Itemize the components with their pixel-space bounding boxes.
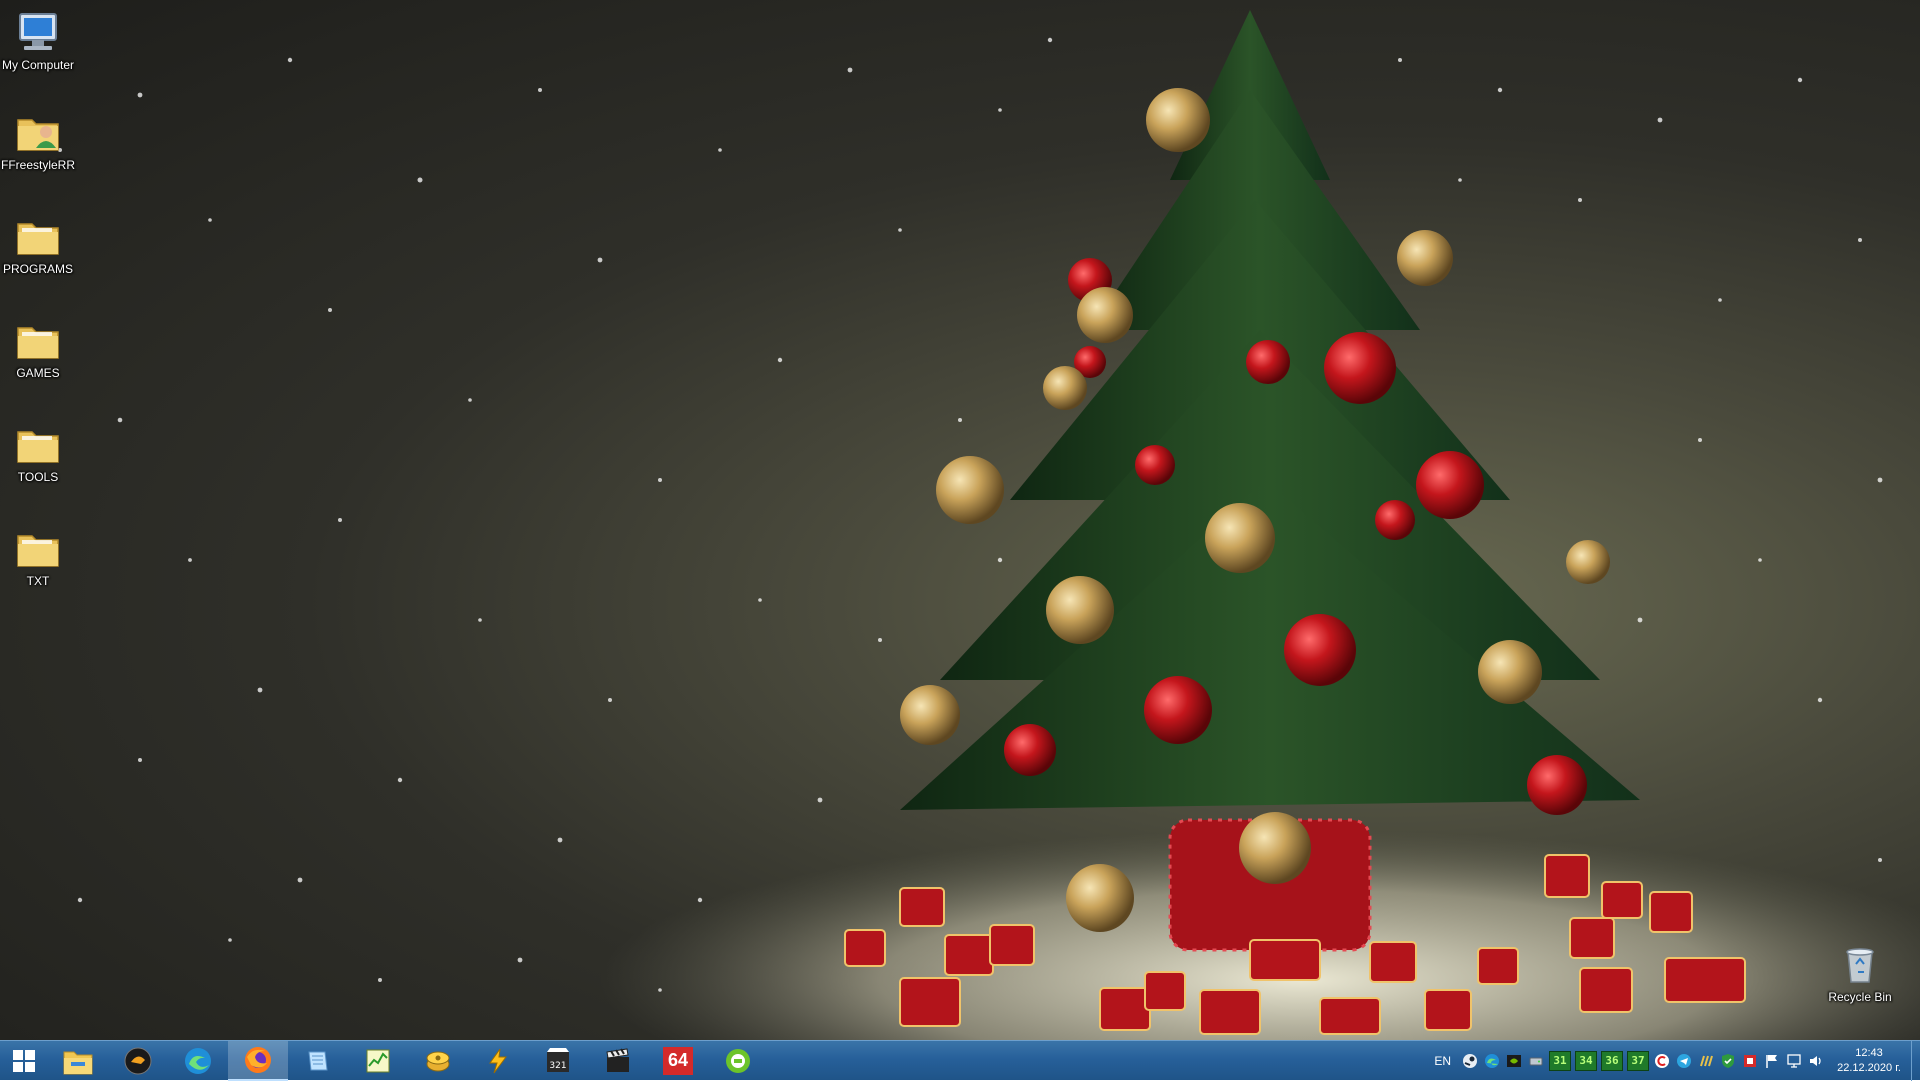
wallpaper — [58, 10, 1920, 1040]
desktop-icon-txt[interactable]: TXT — [0, 524, 76, 588]
aida64-icon-text: 64 — [667, 1050, 689, 1070]
desktop-icon-label: FFreestyleRR — [0, 158, 75, 172]
edge-icon — [185, 1047, 211, 1074]
windows-logo-icon — [13, 1049, 35, 1072]
desktop-icon-ffreestylerr[interactable]: FFreestyleRR — [0, 108, 76, 172]
drive-icon — [1529, 1057, 1543, 1065]
desktop: My Computer FFreestyleRR PROGRAMS GAMES — [0, 0, 1920, 1040]
taskbar-notepad[interactable] — [288, 1041, 348, 1081]
clock-time: 12:43 — [1855, 1046, 1883, 1059]
tray-network-drive[interactable] — [1525, 1041, 1547, 1081]
tray-ccleaner[interactable] — [1651, 1041, 1673, 1081]
temperature-badge[interactable]: 31 — [1549, 1050, 1571, 1071]
folder-icon — [17, 535, 59, 567]
daemon-tools-icon — [426, 1051, 450, 1071]
shield-check-icon — [1722, 1053, 1734, 1068]
task-manager-icon — [366, 1049, 390, 1072]
tray-defender[interactable] — [1717, 1041, 1739, 1081]
desktop-icon-label: TOOLS — [17, 470, 59, 484]
clock-date: 22.12.2020 г. — [1837, 1061, 1901, 1074]
tray-app-icon — [726, 1048, 750, 1073]
tray-antivirus[interactable] — [1739, 1041, 1761, 1081]
taskbar-task-manager[interactable] — [348, 1041, 408, 1081]
taskbar-aimp[interactable] — [468, 1041, 528, 1081]
temperature-badge[interactable]: 37 — [1627, 1050, 1649, 1071]
desktop-icon-label: TXT — [26, 574, 50, 588]
desktop-icon-tools[interactable]: TOOLS — [0, 420, 76, 484]
taskbar-edge[interactable] — [168, 1041, 228, 1081]
tray-telegram[interactable] — [1673, 1041, 1695, 1081]
clapperboard-icon — [606, 1047, 629, 1072]
taskbar-clapperboard[interactable] — [588, 1041, 648, 1081]
tray-volume[interactable] — [1805, 1041, 1827, 1081]
stripes-icon — [1700, 1055, 1713, 1066]
ccleaner-icon — [1655, 1053, 1669, 1068]
tray-steam[interactable] — [1459, 1041, 1481, 1081]
svg-text:321: 321 — [549, 1061, 566, 1071]
desktop-icon-my-computer[interactable]: My Computer — [0, 8, 76, 72]
show-desktop-button[interactable] — [1911, 1040, 1920, 1081]
desktop-icon-label: PROGRAMS — [2, 262, 73, 276]
firefox-icon — [245, 1046, 271, 1073]
desktop-icon-programs[interactable]: PROGRAMS — [0, 212, 76, 276]
start-button[interactable] — [0, 1041, 48, 1081]
recycle-bin-icon — [1846, 948, 1874, 983]
taskbar-winamp[interactable] — [108, 1041, 168, 1081]
taskbar-aida64[interactable]: 64 — [648, 1041, 708, 1081]
tray-nvidia[interactable] — [1503, 1041, 1525, 1081]
taskbar-firefox[interactable] — [228, 1040, 288, 1081]
tray-network[interactable] — [1783, 1041, 1805, 1081]
file-explorer-icon — [63, 1051, 93, 1074]
system-tray: EN 31 34 36 37 12:43 22.12.2020 г. — [1426, 1040, 1920, 1081]
aida64-icon: 64 — [663, 1046, 693, 1075]
aimp-icon — [489, 1048, 507, 1073]
network-icon — [1787, 1053, 1801, 1068]
winamp-icon — [124, 1047, 152, 1074]
antivirus-icon — [1744, 1054, 1756, 1067]
taskbar-tray-app[interactable] — [708, 1041, 768, 1081]
media-player-classic-icon: 321 — [547, 1047, 569, 1072]
tray-rainmeter[interactable] — [1695, 1041, 1717, 1081]
language-indicator[interactable]: EN — [1426, 1054, 1459, 1068]
edge-tray-icon — [1485, 1053, 1499, 1068]
tray-edge[interactable] — [1481, 1041, 1503, 1081]
desktop-icon-games[interactable]: GAMES — [0, 316, 76, 380]
folder-icon — [17, 431, 59, 463]
flag-icon — [1766, 1054, 1777, 1068]
folder-icon — [17, 327, 59, 359]
telegram-icon — [1677, 1053, 1691, 1068]
temperature-badge[interactable]: 36 — [1601, 1050, 1623, 1071]
computer-icon — [19, 13, 57, 50]
clock[interactable]: 12:43 22.12.2020 г. — [1827, 1046, 1911, 1076]
taskbar-media-player-classic[interactable]: 321 — [528, 1041, 588, 1081]
speaker-icon — [1810, 1055, 1821, 1066]
desktop-icon-label: GAMES — [16, 366, 60, 380]
desktop-icon-label: My Computer — [1, 58, 75, 72]
desktop-icon-label: Recycle Bin — [1828, 990, 1892, 1004]
notepad-icon — [308, 1051, 328, 1070]
temperature-badge[interactable]: 34 — [1575, 1050, 1597, 1071]
nvidia-icon — [1507, 1054, 1521, 1067]
tray-action-center[interactable] — [1761, 1041, 1783, 1081]
folder-icon — [17, 223, 59, 255]
taskbar-daemon-tools[interactable] — [408, 1041, 468, 1081]
desktop-icon-recycle-bin[interactable]: Recycle Bin — [1822, 940, 1898, 1004]
taskbar: 321 64 EN 31 34 36 37 12:43 22.12.2020 г… — [0, 1040, 1920, 1081]
steam-icon — [1463, 1053, 1477, 1068]
user-folder-icon — [17, 119, 59, 151]
taskbar-file-explorer[interactable] — [48, 1041, 108, 1081]
